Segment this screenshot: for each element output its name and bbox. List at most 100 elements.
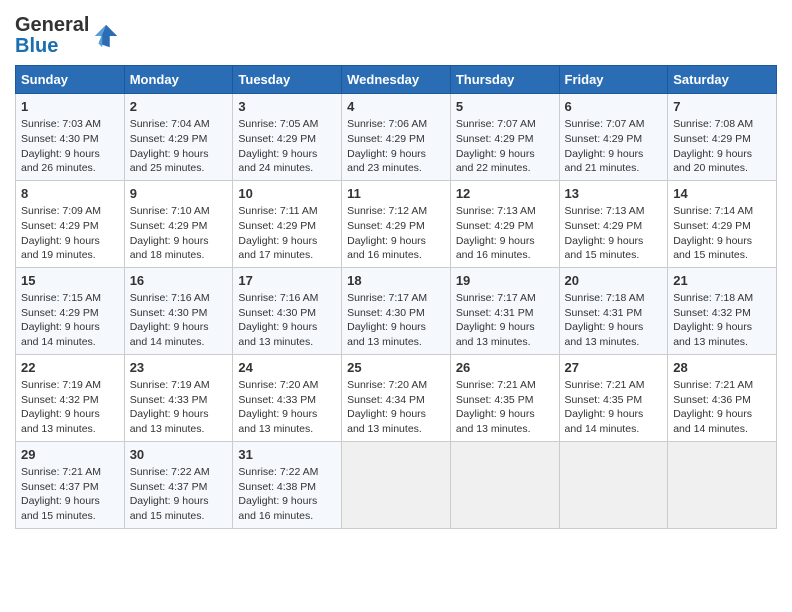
day-info-line: Daylight: 9 hours	[238, 494, 336, 509]
day-info-line: Sunrise: 7:04 AM	[130, 117, 228, 132]
logo-text: General Blue	[15, 15, 121, 57]
day-info-line: Sunset: 4:29 PM	[673, 219, 771, 234]
calendar-cell: 8Sunrise: 7:09 AMSunset: 4:29 PMDaylight…	[16, 180, 125, 267]
calendar-cell: 27Sunrise: 7:21 AMSunset: 4:35 PMDayligh…	[559, 354, 668, 441]
day-info-line: and 13 minutes.	[347, 422, 445, 437]
day-info-line: Daylight: 9 hours	[21, 320, 119, 335]
calendar-cell: 2Sunrise: 7:04 AMSunset: 4:29 PMDaylight…	[124, 94, 233, 181]
calendar-cell: 28Sunrise: 7:21 AMSunset: 4:36 PMDayligh…	[668, 354, 777, 441]
calendar-cell: 29Sunrise: 7:21 AMSunset: 4:37 PMDayligh…	[16, 441, 125, 528]
day-info-line: Sunrise: 7:13 AM	[456, 204, 554, 219]
day-number: 3	[238, 98, 336, 116]
day-info-line: Daylight: 9 hours	[456, 234, 554, 249]
day-number: 7	[673, 98, 771, 116]
day-info-line: Daylight: 9 hours	[238, 320, 336, 335]
day-info-line: Daylight: 9 hours	[130, 147, 228, 162]
calendar-cell: 22Sunrise: 7:19 AMSunset: 4:32 PMDayligh…	[16, 354, 125, 441]
day-info-line: Sunset: 4:29 PM	[456, 219, 554, 234]
day-number: 29	[21, 446, 119, 464]
day-info-line: Sunset: 4:29 PM	[21, 306, 119, 321]
day-number: 6	[565, 98, 663, 116]
calendar-cell: 13Sunrise: 7:13 AMSunset: 4:29 PMDayligh…	[559, 180, 668, 267]
calendar-cell: 21Sunrise: 7:18 AMSunset: 4:32 PMDayligh…	[668, 267, 777, 354]
day-number: 19	[456, 272, 554, 290]
calendar-cell: 26Sunrise: 7:21 AMSunset: 4:35 PMDayligh…	[450, 354, 559, 441]
calendar-cell: 1Sunrise: 7:03 AMSunset: 4:30 PMDaylight…	[16, 94, 125, 181]
calendar-cell: 9Sunrise: 7:10 AMSunset: 4:29 PMDaylight…	[124, 180, 233, 267]
day-info-line: and 25 minutes.	[130, 161, 228, 176]
day-info-line: Sunrise: 7:20 AM	[347, 378, 445, 393]
day-info-line: Sunrise: 7:10 AM	[130, 204, 228, 219]
day-info-line: and 13 minutes.	[21, 422, 119, 437]
calendar-cell	[559, 441, 668, 528]
calendar-cell: 12Sunrise: 7:13 AMSunset: 4:29 PMDayligh…	[450, 180, 559, 267]
day-info-line: Daylight: 9 hours	[673, 320, 771, 335]
day-info-line: and 15 minutes.	[21, 509, 119, 524]
day-info-line: Sunset: 4:38 PM	[238, 480, 336, 495]
day-info-line: Sunrise: 7:03 AM	[21, 117, 119, 132]
calendar-cell	[342, 441, 451, 528]
day-number: 28	[673, 359, 771, 377]
day-info-line: Sunset: 4:34 PM	[347, 393, 445, 408]
calendar-cell: 6Sunrise: 7:07 AMSunset: 4:29 PMDaylight…	[559, 94, 668, 181]
day-info-line: Sunset: 4:30 PM	[347, 306, 445, 321]
day-info-line: Sunset: 4:30 PM	[130, 306, 228, 321]
header-day-sunday: Sunday	[16, 66, 125, 94]
day-number: 1	[21, 98, 119, 116]
day-info-line: and 13 minutes.	[238, 422, 336, 437]
header-row: SundayMondayTuesdayWednesdayThursdayFrid…	[16, 66, 777, 94]
day-info-line: Sunrise: 7:08 AM	[673, 117, 771, 132]
day-number: 5	[456, 98, 554, 116]
week-row-2: 8Sunrise: 7:09 AMSunset: 4:29 PMDaylight…	[16, 180, 777, 267]
day-info-line: Daylight: 9 hours	[673, 234, 771, 249]
header-day-saturday: Saturday	[668, 66, 777, 94]
day-number: 15	[21, 272, 119, 290]
day-info-line: and 23 minutes.	[347, 161, 445, 176]
day-info-line: and 21 minutes.	[565, 161, 663, 176]
day-info-line: and 19 minutes.	[21, 248, 119, 263]
day-info-line: and 15 minutes.	[673, 248, 771, 263]
calendar-cell: 5Sunrise: 7:07 AMSunset: 4:29 PMDaylight…	[450, 94, 559, 181]
day-number: 21	[673, 272, 771, 290]
logo: General Blue	[15, 15, 121, 57]
day-info-line: Sunrise: 7:05 AM	[238, 117, 336, 132]
day-info-line: Sunrise: 7:22 AM	[238, 465, 336, 480]
day-info-line: Daylight: 9 hours	[347, 320, 445, 335]
day-info-line: Sunset: 4:29 PM	[130, 219, 228, 234]
day-info-line: Sunrise: 7:13 AM	[565, 204, 663, 219]
day-info-line: Sunset: 4:37 PM	[21, 480, 119, 495]
day-info-line: and 24 minutes.	[238, 161, 336, 176]
day-info-line: Sunset: 4:29 PM	[21, 219, 119, 234]
day-number: 17	[238, 272, 336, 290]
day-info-line: and 13 minutes.	[347, 335, 445, 350]
day-info-line: Daylight: 9 hours	[456, 147, 554, 162]
day-info-line: Daylight: 9 hours	[673, 147, 771, 162]
day-info-line: and 13 minutes.	[130, 422, 228, 437]
day-number: 30	[130, 446, 228, 464]
day-info-line: Sunset: 4:35 PM	[456, 393, 554, 408]
day-info-line: and 13 minutes.	[565, 335, 663, 350]
day-info-line: Daylight: 9 hours	[130, 234, 228, 249]
day-info-line: Sunrise: 7:16 AM	[130, 291, 228, 306]
day-info-line: Sunset: 4:29 PM	[565, 132, 663, 147]
day-info-line: Sunset: 4:37 PM	[130, 480, 228, 495]
day-info-line: Sunrise: 7:17 AM	[347, 291, 445, 306]
day-number: 22	[21, 359, 119, 377]
day-info-line: and 16 minutes.	[238, 509, 336, 524]
day-info-line: Sunrise: 7:16 AM	[238, 291, 336, 306]
day-info-line: Sunrise: 7:06 AM	[347, 117, 445, 132]
calendar-cell: 20Sunrise: 7:18 AMSunset: 4:31 PMDayligh…	[559, 267, 668, 354]
day-info-line: and 20 minutes.	[673, 161, 771, 176]
day-info-line: Daylight: 9 hours	[238, 234, 336, 249]
day-info-line: and 13 minutes.	[673, 335, 771, 350]
day-number: 27	[565, 359, 663, 377]
day-info-line: Daylight: 9 hours	[565, 407, 663, 422]
day-info-line: Sunset: 4:30 PM	[21, 132, 119, 147]
page-container: General Blue SundayMondayTuesdayWednesda…	[0, 0, 792, 534]
day-info-line: Sunset: 4:31 PM	[565, 306, 663, 321]
day-number: 31	[238, 446, 336, 464]
day-info-line: Sunset: 4:29 PM	[673, 132, 771, 147]
day-info-line: Daylight: 9 hours	[673, 407, 771, 422]
calendar-cell: 3Sunrise: 7:05 AMSunset: 4:29 PMDaylight…	[233, 94, 342, 181]
day-info-line: Sunrise: 7:11 AM	[238, 204, 336, 219]
